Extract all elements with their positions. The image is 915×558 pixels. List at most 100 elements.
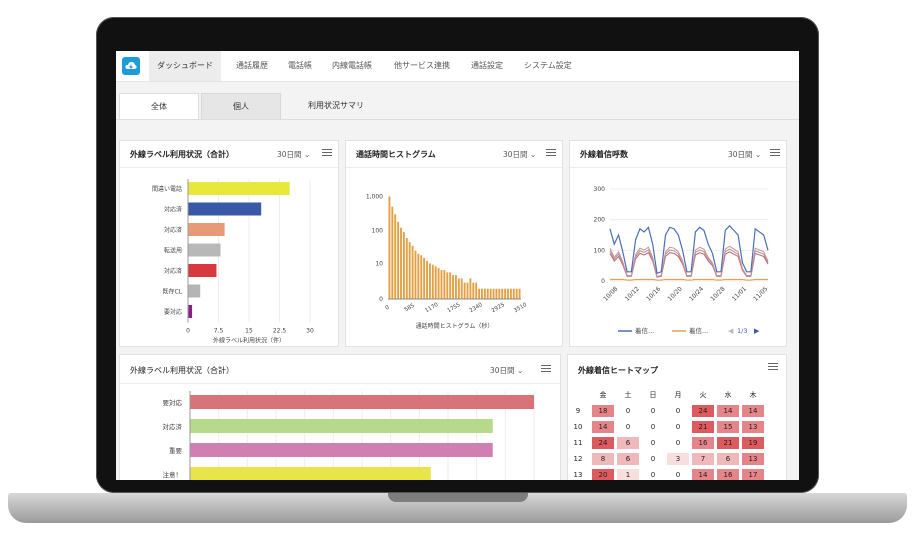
card-title: 外線ラベル利用状況（合計）	[130, 150, 234, 159]
histogram-bar	[397, 221, 400, 299]
nav-extension-phonebook[interactable]: 内線電話帳	[332, 51, 372, 81]
cloud-logo-icon[interactable]	[122, 57, 140, 75]
heatmap-cell: 7	[692, 453, 714, 465]
category-label: 転送用	[164, 247, 182, 255]
nav-dashboard[interactable]: ダッシュボード	[149, 51, 221, 81]
label-usage-chart: 0 7.5 15 22.5 30間違い電話対応済対応済転送用対応済既存CL要対応外線ラベ…	[152, 179, 314, 345]
tab-divider	[116, 119, 799, 120]
x-tick-label: 3510	[513, 302, 529, 314]
heatmap-cell: 8	[592, 453, 614, 465]
heatmap-cell: 0	[667, 437, 689, 449]
x-tick-label: 22.5	[273, 328, 287, 335]
laptop-notch	[388, 493, 528, 502]
heatmap-day-label: 日	[649, 391, 657, 399]
x-axis-label: 通話時間ヒストグラム（秒）	[416, 322, 494, 330]
x-tick-label: 10/16	[645, 285, 662, 302]
bar	[190, 395, 534, 409]
bar	[188, 284, 201, 298]
histogram-bar	[388, 196, 391, 299]
heatmap-hour-label: 9	[575, 407, 581, 415]
x-tick-label: 2925	[491, 302, 507, 314]
heatmap-cell: 19	[742, 437, 764, 449]
y-tick-label: 200	[594, 217, 606, 224]
heatmap-hour-label: 12	[573, 455, 583, 463]
list-icon[interactable]	[322, 149, 332, 157]
list-icon[interactable]	[770, 149, 780, 157]
bar	[188, 305, 193, 318]
card-label-usage-large: 外線ラベル利用状況（合計） 30日間 ⌄ 要対応 対応済 重要 注意！	[119, 354, 561, 480]
histogram-bar	[417, 253, 420, 299]
histogram-bar	[466, 282, 469, 299]
heatmap-cell: 6	[617, 453, 639, 465]
heatmap-cell: 21	[692, 421, 714, 433]
nav-phonebook[interactable]: 電話帳	[288, 51, 312, 81]
histogram-bar	[512, 288, 515, 299]
histogram-bar	[504, 288, 507, 299]
histogram-bar	[457, 278, 460, 299]
histogram-bar	[449, 272, 452, 299]
heatmap-hour-label: 13	[573, 471, 583, 479]
period-dropdown[interactable]: 30日間 ⌄	[277, 149, 310, 160]
histogram-bar	[405, 237, 408, 299]
histogram-bar	[400, 227, 402, 299]
heatmap-grid: 金土日月火水木 9 18 0 0 0 24 14 14 10 14 0 0 0 21 15 13 11 24 6 0 0 1…	[568, 389, 788, 480]
heatmap-cell: 0	[667, 469, 689, 480]
heatmap-cell: 0	[642, 437, 664, 449]
bar	[188, 202, 262, 216]
card-title: 通話時間ヒストグラム	[356, 150, 436, 159]
heatmap-cell: 6	[617, 437, 639, 449]
histogram-bar	[455, 275, 457, 299]
category-label: 対応済	[164, 267, 182, 275]
period-dropdown[interactable]: 30日間 ⌄	[728, 149, 761, 160]
histogram-bar	[515, 288, 518, 299]
nav-call-history[interactable]: 通話履歴	[236, 51, 268, 81]
histogram-bar	[486, 288, 489, 299]
y-tick-label: 0	[379, 296, 383, 303]
heatmap-cell: 17	[742, 469, 764, 480]
heatmap-cell: 24	[692, 405, 714, 417]
histogram-bar	[460, 278, 463, 299]
heatmap-cell: 20	[592, 469, 614, 480]
nav-system-settings[interactable]: システム設定	[524, 51, 572, 81]
legend-next-icon: ▶	[754, 327, 760, 335]
nav-integrations[interactable]: 他サービス連携	[394, 51, 450, 81]
heatmap-day-label: 火	[699, 391, 707, 399]
list-icon[interactable]	[768, 363, 778, 371]
heatmap-cell: 24	[592, 437, 614, 449]
tab-usage-summary[interactable]: 利用状況サマリ	[286, 93, 386, 119]
heatmap-cell: 0	[617, 405, 639, 417]
histogram-bar	[431, 264, 434, 299]
histogram-bar	[423, 257, 426, 299]
nav-call-settings[interactable]: 通話設定	[471, 51, 503, 81]
card-incoming-calls: 外線着信呼数 30日間 ⌄ 300 200 100 0 10/08 10/12 10/16 1…	[569, 140, 787, 347]
histogram-bar	[475, 282, 478, 299]
line-series	[610, 278, 768, 281]
histogram-bar	[518, 288, 521, 299]
period-dropdown[interactable]: 30日間 ⌄	[503, 149, 536, 160]
category-label: 要対応	[164, 308, 182, 316]
x-tick-label: 11/05	[752, 285, 769, 302]
chevron-down-icon: ⌄	[516, 366, 524, 375]
x-tick-label: 30	[306, 328, 314, 335]
tab-personal[interactable]: 個人	[201, 93, 281, 119]
card-title: 外線着信呼数	[580, 150, 628, 159]
y-tick-label: 100	[594, 247, 606, 254]
card-call-duration-histogram: 通話時間ヒストグラム 30日間 ⌄ 1,000 100 10 0 0 585 1170 175…	[345, 140, 563, 347]
histogram-bar	[437, 268, 440, 299]
chevron-down-icon: ⌄	[754, 150, 762, 159]
list-icon[interactable]	[541, 365, 551, 373]
chevron-down-icon: ⌄	[529, 150, 537, 159]
bar	[188, 223, 225, 236]
top-nav: ダッシュボード 通話履歴 電話帳 内線電話帳 他サービス連携 通話設定 システム…	[116, 51, 799, 82]
heatmap-cell: 14	[742, 405, 764, 417]
category-label: 重要	[169, 447, 183, 455]
x-axis-label: 外線ラベル利用状況（件）	[213, 337, 285, 345]
x-tick-label: 1170	[424, 302, 440, 314]
list-icon[interactable]	[546, 149, 556, 157]
heatmap-cell: 21	[717, 437, 739, 449]
x-tick-label: 10/20	[667, 285, 684, 302]
heatmap-cell: 16	[717, 469, 739, 480]
period-dropdown[interactable]: 30日間 ⌄	[490, 365, 523, 376]
tab-all[interactable]: 全体	[119, 93, 199, 119]
x-tick-label: 10/28	[709, 285, 726, 302]
